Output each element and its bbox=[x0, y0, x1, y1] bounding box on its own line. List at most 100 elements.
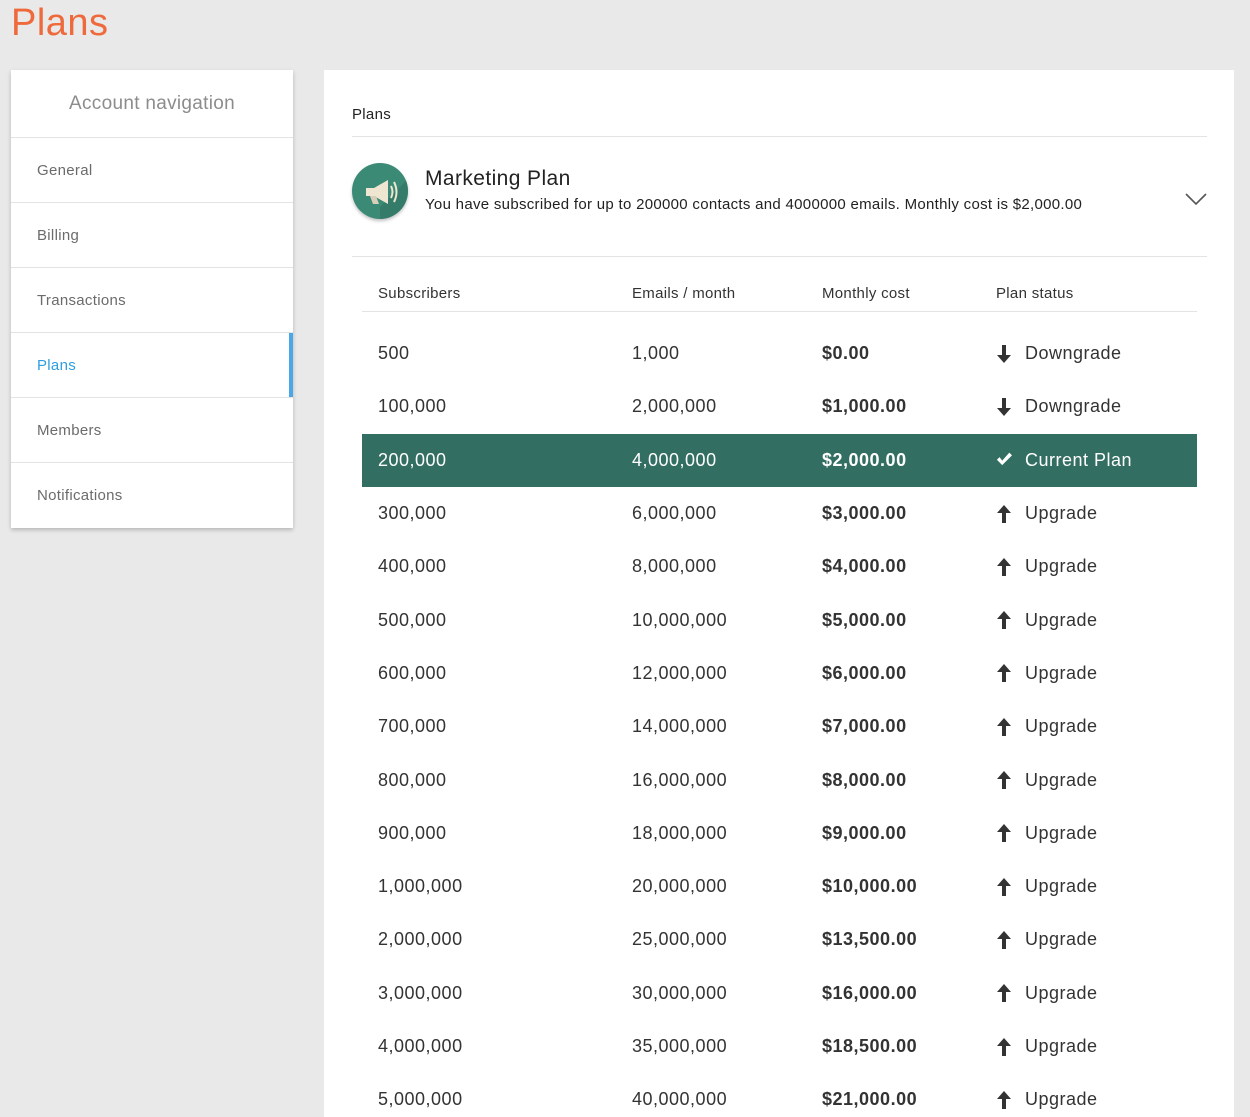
cell-cost: $6,000.00 bbox=[822, 662, 907, 683]
status-label: Upgrade bbox=[1025, 769, 1098, 790]
table-row[interactable]: 2,000,000 25,000,000 $13,500.00 Upgrade bbox=[362, 913, 1197, 966]
table-row[interactable]: 700,000 14,000,000 $7,000.00 Upgrade bbox=[362, 700, 1197, 753]
plans-table: Subscribers Emails / month Monthly cost … bbox=[362, 276, 1197, 1117]
table-row[interactable]: 5,000,000 40,000,000 $21,000.00 Upgrade bbox=[362, 1073, 1197, 1117]
cell-status[interactable]: Upgrade bbox=[996, 823, 1197, 844]
arrow-up-icon bbox=[996, 717, 1012, 737]
sidebar-item-plans[interactable]: Plans bbox=[11, 333, 293, 398]
table-row-current[interactable]: 200,000 4,000,000 $2,000.00 Current Plan bbox=[362, 433, 1197, 487]
arrow-down-icon bbox=[996, 344, 1012, 364]
arrow-up-icon bbox=[996, 823, 1012, 843]
sidebar-item-general[interactable]: General bbox=[11, 138, 293, 203]
header-emails: Emails / month bbox=[632, 285, 736, 302]
cell-emails: 40,000,000 bbox=[632, 1089, 728, 1110]
cell-status[interactable]: Upgrade bbox=[996, 503, 1197, 524]
table-row[interactable]: 4,000,000 35,000,000 $18,500.00 Upgrade bbox=[362, 1020, 1197, 1073]
arrow-up-icon bbox=[996, 1090, 1012, 1110]
page-title: Plans bbox=[11, 2, 109, 44]
arrow-up-icon bbox=[996, 557, 1012, 577]
table-body: 500 1,000 $0.00 Downgrade 100,000 2,000,000 $1… bbox=[362, 312, 1197, 1117]
cell-subscribers: 300,000 bbox=[378, 503, 447, 524]
cell-emails: 25,000,000 bbox=[632, 929, 728, 950]
arrow-up-icon bbox=[996, 1037, 1012, 1057]
cell-status[interactable]: Upgrade bbox=[996, 610, 1197, 631]
arrow-up-icon bbox=[996, 877, 1012, 897]
cell-emails: 10,000,000 bbox=[632, 609, 728, 630]
megaphone-icon bbox=[352, 163, 408, 219]
cell-emails: 35,000,000 bbox=[632, 1036, 728, 1056]
cell-status[interactable]: Upgrade bbox=[996, 770, 1197, 791]
cell-emails: 4,000,000 bbox=[632, 449, 717, 470]
arrow-up-icon bbox=[996, 930, 1012, 950]
cell-cost: $2,000.00 bbox=[822, 449, 907, 470]
table-row[interactable]: 500,000 10,000,000 $5,000.00 Upgrade bbox=[362, 593, 1197, 646]
cell-cost: $16,000.00 bbox=[822, 982, 918, 1003]
table-row[interactable]: 300,000 6,000,000 $3,000.00 Upgrade bbox=[362, 487, 1197, 540]
plan-summary-toggle[interactable]: Marketing Plan You have subscribed for u… bbox=[352, 136, 1207, 257]
cell-status[interactable]: Upgrade bbox=[996, 716, 1197, 737]
table-row[interactable]: 100,000 2,000,000 $1,000.00 Downgrade bbox=[362, 380, 1197, 433]
cell-emails: 30,000,000 bbox=[632, 982, 728, 1003]
cell-subscribers: 900,000 bbox=[378, 822, 447, 843]
table-row[interactable]: 500 1,000 $0.00 Downgrade bbox=[362, 327, 1197, 380]
cell-status[interactable]: Upgrade bbox=[996, 876, 1197, 897]
status-label: Upgrade bbox=[1025, 876, 1098, 897]
cell-status[interactable]: Upgrade bbox=[996, 556, 1197, 577]
chevron-down-icon[interactable] bbox=[1185, 193, 1207, 207]
status-label: Upgrade bbox=[1025, 556, 1098, 577]
cell-status[interactable]: Upgrade bbox=[996, 1089, 1197, 1110]
header-cost: Monthly cost bbox=[822, 285, 910, 302]
cell-subscribers: 700,000 bbox=[378, 716, 447, 737]
cell-emails: 12,000,000 bbox=[632, 662, 728, 683]
sidebar-item-notifications[interactable]: Notifications bbox=[11, 463, 293, 528]
cell-subscribers: 600,000 bbox=[378, 662, 447, 683]
cell-cost: $10,000.00 bbox=[822, 876, 918, 897]
sidebar-item-billing[interactable]: Billing bbox=[11, 203, 293, 268]
table-header: Subscribers Emails / month Monthly cost … bbox=[362, 276, 1197, 312]
account-navigation: Account navigation General Billing Trans… bbox=[11, 70, 293, 528]
cell-subscribers: 4,000,000 bbox=[378, 1036, 463, 1056]
table-row[interactable]: 400,000 8,000,000 $4,000.00 Upgrade bbox=[362, 540, 1197, 593]
cell-cost: $3,000.00 bbox=[822, 503, 907, 524]
cell-emails: 1,000 bbox=[632, 343, 680, 364]
cell-subscribers: 1,000,000 bbox=[378, 876, 463, 897]
table-row[interactable]: 1,000,000 20,000,000 $10,000.00 Upgrade bbox=[362, 860, 1197, 913]
status-label: Upgrade bbox=[1025, 503, 1098, 524]
status-label: Upgrade bbox=[1025, 609, 1098, 630]
plans-panel: Plans Marketing Plan You have subscribed… bbox=[324, 70, 1234, 1117]
sidebar-heading: Account navigation bbox=[11, 70, 293, 138]
header-subscribers: Subscribers bbox=[378, 285, 461, 302]
cell-status[interactable]: Upgrade bbox=[996, 929, 1197, 950]
plan-description: You have subscribed for up to 200000 con… bbox=[425, 196, 1083, 213]
status-label: Upgrade bbox=[1025, 929, 1098, 950]
checkmark-icon bbox=[996, 450, 1012, 470]
sidebar-item-members[interactable]: Members bbox=[11, 398, 293, 463]
cell-subscribers: 3,000,000 bbox=[378, 982, 463, 1003]
arrow-up-icon bbox=[996, 504, 1012, 524]
table-row[interactable]: 800,000 16,000,000 $8,000.00 Upgrade bbox=[362, 753, 1197, 806]
cell-status[interactable]: Upgrade bbox=[996, 663, 1197, 684]
arrow-down-icon bbox=[996, 397, 1012, 417]
cell-status[interactable]: Upgrade bbox=[996, 1036, 1197, 1057]
table-row[interactable]: 600,000 12,000,000 $6,000.00 Upgrade bbox=[362, 647, 1197, 700]
cell-status[interactable]: Downgrade bbox=[996, 343, 1197, 364]
cell-status[interactable]: Downgrade bbox=[996, 396, 1197, 417]
status-label: Current Plan bbox=[1025, 449, 1133, 470]
cell-cost: $9,000.00 bbox=[822, 822, 907, 843]
cell-emails: 14,000,000 bbox=[632, 716, 728, 737]
cell-emails: 18,000,000 bbox=[632, 822, 728, 843]
status-label: Upgrade bbox=[1025, 662, 1098, 683]
cell-emails: 6,000,000 bbox=[632, 503, 717, 524]
cell-cost: $1,000.00 bbox=[822, 396, 907, 417]
sidebar-item-transactions[interactable]: Transactions bbox=[11, 268, 293, 333]
status-label: Downgrade bbox=[1025, 343, 1122, 364]
cell-status[interactable]: Upgrade bbox=[996, 983, 1197, 1004]
table-row[interactable]: 900,000 18,000,000 $9,000.00 Upgrade bbox=[362, 807, 1197, 860]
cell-subscribers: 500 bbox=[378, 343, 410, 364]
cell-subscribers: 200,000 bbox=[378, 449, 447, 470]
plan-name: Marketing Plan bbox=[425, 167, 571, 190]
cell-emails: 8,000,000 bbox=[632, 556, 717, 577]
cell-subscribers: 500,000 bbox=[378, 609, 447, 630]
status-label: Upgrade bbox=[1025, 822, 1098, 843]
table-row[interactable]: 3,000,000 30,000,000 $16,000.00 Upgrade bbox=[362, 967, 1197, 1020]
